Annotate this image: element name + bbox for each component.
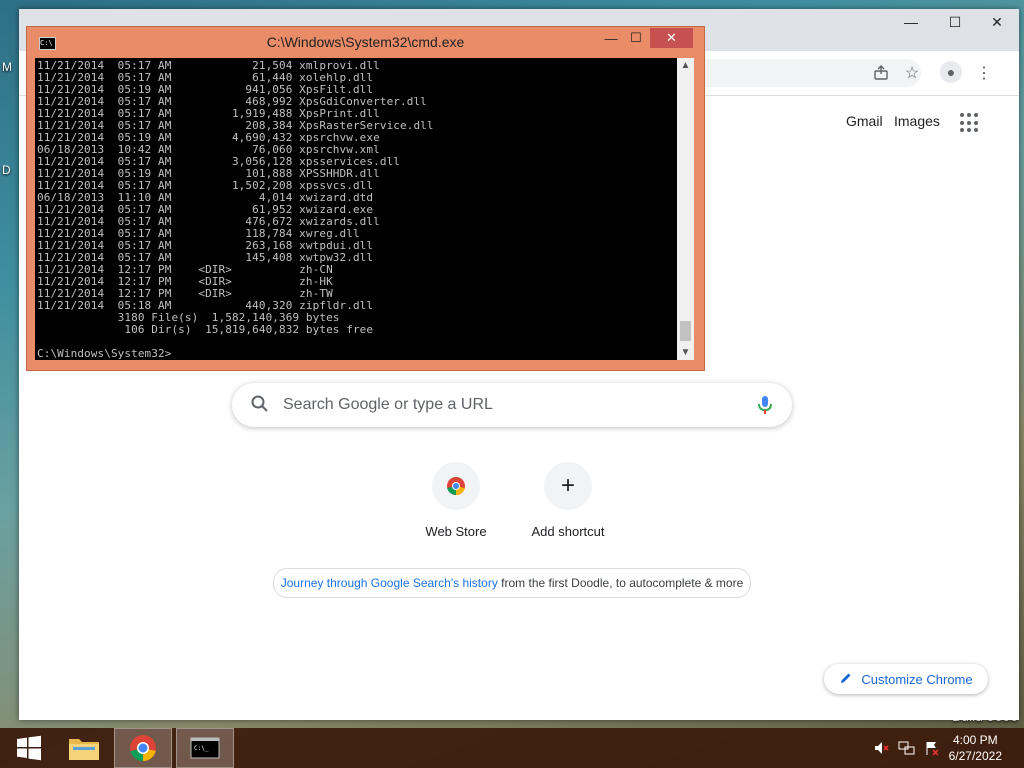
scroll-down-arrow-icon[interactable]: ▼ — [677, 347, 694, 358]
cmd-taskbar-button[interactable]: C:\_ — [176, 728, 234, 768]
images-link[interactable]: Images — [894, 113, 940, 129]
shortcut-label: Add shortcut — [531, 524, 605, 539]
doodle-promo[interactable]: Journey through Google Search's history … — [273, 568, 751, 598]
speaker-muted-icon[interactable] — [873, 740, 889, 759]
shortcut-web-store[interactable]: Web Store — [400, 462, 512, 539]
customize-chrome-button[interactable]: Customize Chrome — [824, 664, 988, 694]
chrome-maximize-button[interactable]: ☐ — [933, 9, 977, 35]
search-icon — [250, 394, 270, 419]
scroll-up-arrow-icon[interactable]: ▲ — [677, 60, 694, 71]
doodle-promo-link[interactable]: Journey through Google Search's history — [281, 576, 498, 590]
google-search-box[interactable]: Search Google or type a URL — [232, 383, 792, 427]
menu-kebab-icon[interactable]: ⋮ — [974, 63, 994, 83]
search-placeholder: Search Google or type a URL — [283, 396, 493, 413]
chrome-close-button[interactable]: ✕ — [975, 9, 1019, 35]
doodle-promo-text: from the first Doodle, to autocomplete &… — [497, 576, 744, 590]
customize-chrome-label: Customize Chrome — [861, 671, 973, 687]
cmd-minimize-button[interactable]: — — [600, 28, 622, 48]
chrome-logo-icon — [130, 735, 156, 762]
shortcut-add[interactable]: + Add shortcut — [512, 462, 624, 539]
cmd-close-button[interactable]: ✕ — [650, 28, 693, 48]
console-output-area[interactable]: 11/21/2014 05:17 AM 21,504 xmlprovi.dll … — [35, 58, 677, 360]
desktop-icon-label: D — [2, 163, 11, 177]
plus-icon: + — [544, 462, 592, 510]
chrome-web-store-icon — [432, 462, 480, 510]
scrollbar-thumb[interactable] — [680, 321, 691, 341]
taskbar: C:\_ 4:00 PM 6/27/2022 — [0, 728, 1024, 768]
clock-date: 6/27/2022 — [948, 749, 1002, 763]
gmail-link[interactable]: Gmail — [846, 113, 883, 129]
svg-text:C:\_: C:\_ — [194, 745, 209, 752]
console-output-text: 11/21/2014 05:17 AM 21,504 xmlprovi.dll … — [37, 59, 434, 360]
network-icon[interactable] — [898, 740, 916, 759]
start-button[interactable] — [0, 728, 58, 768]
clock-time: 4:00 PM — [952, 733, 998, 747]
command-prompt-icon: C:\_ — [190, 737, 220, 759]
bookmark-star-icon[interactable]: ☆ — [902, 63, 922, 83]
windows-logo-icon — [17, 735, 41, 761]
cmd-title-bar[interactable]: C:\ C:\Windows\System32\cmd.exe — ☐ ✕ — [27, 27, 704, 57]
pencil-icon — [839, 671, 853, 688]
cmd-window: C:\ C:\Windows\System32\cmd.exe — ☐ ✕ 11… — [26, 26, 705, 371]
chrome-taskbar-button[interactable] — [114, 728, 172, 768]
share-icon[interactable] — [871, 63, 891, 83]
google-apps-icon[interactable] — [960, 113, 980, 133]
action-center-flag-icon[interactable] — [924, 740, 940, 759]
chrome-minimize-button[interactable]: — — [889, 9, 933, 35]
cmd-maximize-button[interactable]: ☐ — [625, 28, 647, 48]
console-scrollbar[interactable]: ▲ ▼ — [677, 58, 694, 360]
microphone-icon[interactable] — [756, 394, 774, 421]
shortcut-label: Web Store — [425, 524, 487, 539]
file-explorer-taskbar-button[interactable] — [55, 728, 113, 768]
desktop-icon-label: M — [2, 60, 12, 74]
folder-icon — [69, 739, 99, 760]
system-clock[interactable]: 4:00 PM 6/27/2022 — [949, 732, 1002, 764]
profile-avatar-icon[interactable]: ● — [940, 61, 962, 83]
